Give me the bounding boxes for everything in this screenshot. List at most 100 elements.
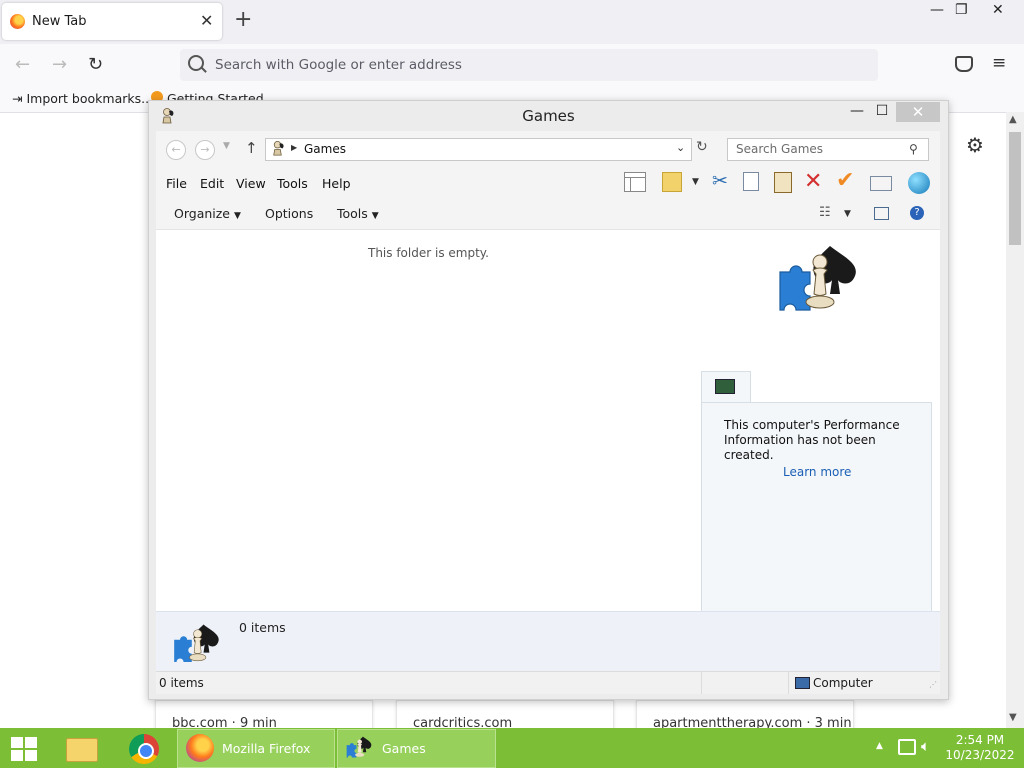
organize-label: Organize bbox=[174, 206, 230, 221]
taskbar-app-label: Games bbox=[382, 741, 426, 756]
breadcrumb-arrow-icon[interactable]: ▶ bbox=[291, 143, 297, 152]
recent-locations-icon[interactable]: ▼ bbox=[223, 141, 230, 151]
address-dropdown-icon[interactable]: ⌄ bbox=[676, 141, 685, 154]
games-puzzle-chess-spade-icon bbox=[346, 736, 372, 758]
menu-tools[interactable]: Tools bbox=[277, 176, 308, 191]
details-item-count: 0 items bbox=[239, 620, 286, 635]
scrollbar-thumb[interactable] bbox=[1009, 132, 1021, 245]
firefox-taskbar-button[interactable]: Mozilla Firefox bbox=[177, 729, 335, 768]
performance-tab[interactable] bbox=[701, 371, 751, 402]
search-placeholder: Search Games bbox=[736, 142, 824, 156]
browser-tabstrip: New Tab ✕ + — ❐ ✕ bbox=[0, 0, 1024, 44]
menu-help[interactable]: Help bbox=[322, 176, 351, 191]
taskbar-app-label: Mozilla Firefox bbox=[222, 741, 311, 756]
layout-pane-icon[interactable] bbox=[624, 172, 646, 192]
folder-icon bbox=[66, 738, 98, 762]
explorer-address-bar[interactable]: ▶ Games ⌄ bbox=[265, 138, 692, 161]
system-clock[interactable]: 2:54 PM 10/23/2022 bbox=[940, 733, 1020, 763]
pocket-icon[interactable] bbox=[955, 56, 973, 72]
menu-file[interactable]: File bbox=[166, 176, 187, 191]
up-arrow-icon[interactable]: ↑ bbox=[245, 139, 258, 157]
chevron-down-icon: ▼ bbox=[233, 211, 241, 221]
tab-title: New Tab bbox=[32, 14, 87, 29]
chevron-down-icon: ▼ bbox=[371, 211, 379, 221]
empty-folder-message: This folder is empty. bbox=[368, 246, 489, 260]
back-arrow-icon[interactable]: ← bbox=[15, 54, 30, 75]
back-circle-icon[interactable]: ← bbox=[166, 140, 186, 160]
paste-clipboard-icon[interactable] bbox=[774, 172, 792, 193]
forward-circle-icon[interactable]: → bbox=[195, 140, 215, 160]
folder-options-dropdown-icon[interactable]: ▼ bbox=[692, 177, 699, 187]
view-options-dropdown-icon[interactable]: ▼ bbox=[844, 209, 851, 219]
forward-arrow-icon[interactable]: → bbox=[52, 54, 67, 75]
refresh-icon[interactable]: ↻ bbox=[696, 139, 708, 155]
status-divider bbox=[788, 672, 789, 694]
show-hidden-icons-chevron-up-icon[interactable]: ▲ bbox=[876, 741, 883, 751]
window-titlebar[interactable]: Games — ☐ ✕ bbox=[149, 101, 948, 131]
breadcrumb[interactable]: Games bbox=[304, 142, 346, 156]
organize-button[interactable]: Organize ▼ bbox=[174, 206, 241, 221]
window-minimize-button[interactable]: — bbox=[850, 103, 864, 125]
browser-close-button[interactable]: ✕ bbox=[992, 2, 1004, 18]
new-tab-plus-icon[interactable]: + bbox=[234, 9, 252, 31]
help-icon[interactable]: ? bbox=[910, 206, 924, 220]
view-options-icon[interactable]: ☷ bbox=[819, 205, 831, 220]
cut-scissors-icon[interactable]: ✂ bbox=[712, 170, 728, 192]
window-close-button[interactable]: ✕ bbox=[896, 102, 940, 122]
details-pane: 0 items bbox=[156, 611, 940, 672]
browser-restore-button[interactable]: ❐ bbox=[955, 2, 968, 18]
delete-x-icon[interactable]: ✕ bbox=[804, 169, 822, 194]
games-folder-icon bbox=[273, 141, 284, 156]
taskbar: Mozilla Firefox Games ▲ 🔈︎ 2:54 PM 10/23… bbox=[0, 728, 1024, 768]
window-maximize-button[interactable]: ☐ bbox=[875, 103, 889, 125]
address-row: ← → ▼ ↑ ▶ Games ⌄ ↻ Search Games ⚲ bbox=[156, 131, 940, 168]
chrome-taskbar-button[interactable] bbox=[120, 729, 168, 767]
tools-label: Tools bbox=[337, 206, 368, 221]
clock-date: 10/23/2022 bbox=[945, 748, 1015, 762]
settings-gear-icon[interactable]: ⚙ bbox=[966, 133, 984, 157]
command-bar: Organize ▼ Options Tools ▼ ☷ ▼ ? bbox=[156, 198, 940, 230]
import-icon: ⇥ bbox=[12, 91, 23, 106]
search-icon: ⚲ bbox=[909, 142, 918, 156]
status-item-count: 0 items bbox=[159, 676, 204, 690]
search-icon bbox=[188, 55, 204, 71]
games-taskbar-button[interactable]: Games bbox=[337, 729, 496, 768]
address-bar[interactable]: Search with Google or enter address bbox=[180, 49, 878, 81]
bookmark-import[interactable]: ⇥ Import bookmarks... bbox=[12, 91, 153, 106]
folder-options-icon[interactable] bbox=[662, 172, 682, 192]
page-scrollbar[interactable]: ▲ ▼ bbox=[1006, 112, 1024, 728]
clock-time: 2:54 PM bbox=[955, 733, 1005, 747]
checkmark-icon[interactable]: ✔ bbox=[836, 168, 854, 193]
globe-icon[interactable] bbox=[908, 172, 930, 194]
tools-button[interactable]: Tools ▼ bbox=[337, 206, 379, 221]
menu-edit[interactable]: Edit bbox=[200, 176, 224, 191]
menu-view[interactable]: View bbox=[236, 176, 266, 191]
network-icon[interactable] bbox=[898, 739, 916, 755]
scroll-up-icon[interactable]: ▲ bbox=[1009, 114, 1017, 125]
file-explorer-taskbar-button[interactable] bbox=[58, 729, 106, 767]
close-tab-icon[interactable]: ✕ bbox=[200, 11, 213, 30]
properties-card-icon[interactable] bbox=[870, 176, 892, 191]
firefox-icon bbox=[186, 734, 214, 762]
firefox-icon bbox=[10, 14, 25, 29]
windows-logo-icon bbox=[11, 737, 37, 761]
computer-icon bbox=[795, 677, 810, 689]
scroll-down-icon[interactable]: ▼ bbox=[1009, 712, 1017, 723]
preview-pane-icon[interactable] bbox=[874, 207, 889, 220]
chrome-center bbox=[138, 743, 154, 759]
browser-minimize-button[interactable]: — bbox=[930, 2, 944, 18]
menu-hamburger-icon[interactable]: ≡ bbox=[992, 53, 1006, 73]
games-puzzle-chess-spade-icon bbox=[779, 246, 856, 311]
learn-more-link[interactable]: Learn more bbox=[783, 465, 851, 479]
options-button[interactable]: Options bbox=[265, 206, 313, 221]
bookmark-label: Import bookmarks... bbox=[26, 91, 154, 106]
window-title: Games bbox=[522, 107, 575, 125]
volume-speaker-icon[interactable]: 🔈︎ bbox=[921, 737, 930, 755]
search-input[interactable]: Search Games ⚲ bbox=[727, 138, 929, 161]
copy-icon[interactable] bbox=[743, 172, 759, 191]
resize-grip-icon[interactable]: ⋰ bbox=[929, 680, 937, 689]
performance-monitor-icon bbox=[715, 379, 735, 394]
browser-tab-new-tab[interactable]: New Tab ✕ bbox=[2, 3, 222, 40]
start-button[interactable] bbox=[0, 729, 48, 767]
reload-icon[interactable]: ↻ bbox=[88, 54, 103, 75]
